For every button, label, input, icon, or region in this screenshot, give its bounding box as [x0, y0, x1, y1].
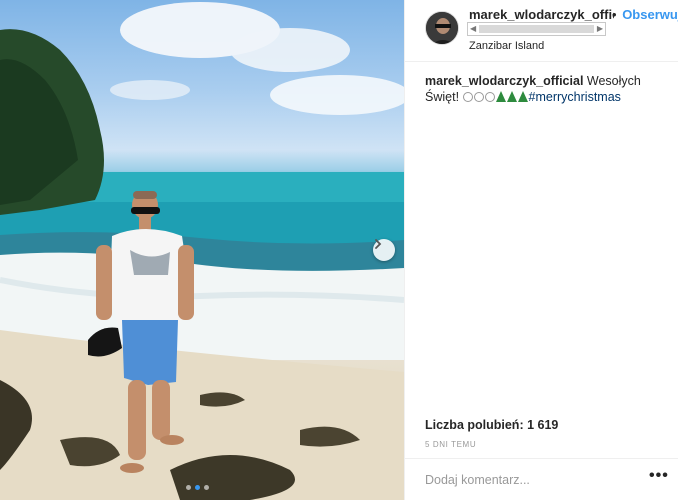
separator-dot: • — [612, 7, 617, 22]
post-timestamp[interactable]: 5 DNI TEMU — [425, 440, 476, 449]
comment-input[interactable] — [425, 471, 635, 489]
more-options-icon[interactable]: ••• — [649, 467, 669, 485]
carousel-dot — [186, 485, 191, 490]
caption: marek_wlodarczyk_official Wesołych Święt… — [425, 73, 665, 105]
username[interactable]: marek_wlodarczyk_official — [469, 7, 614, 22]
post-side-panel: marek_wlodarczyk_official • Obserwuj ◀ ▶… — [404, 0, 678, 500]
snowman-emoji-icon — [484, 92, 495, 102]
christmas-tree-emoji-icon — [517, 91, 528, 102]
location-scrollbar[interactable]: ◀ ▶ — [467, 22, 606, 36]
snowman-emoji-icon — [462, 92, 473, 102]
scroll-right-icon[interactable]: ▶ — [597, 24, 603, 33]
christmas-tree-emoji-icon — [506, 91, 517, 102]
hashtag-link[interactable]: #merrychristmas — [529, 90, 621, 104]
location-link[interactable]: Zanzibar Island — [469, 40, 544, 52]
avatar[interactable] — [425, 11, 459, 45]
carousel-dot-active — [195, 485, 200, 490]
follow-button[interactable]: Obserwuj — [622, 7, 678, 22]
carousel-dot — [204, 485, 209, 490]
carousel-indicator — [186, 485, 209, 490]
beach-scene — [0, 2, 404, 500]
post-photo[interactable] — [0, 0, 404, 500]
next-slide-button[interactable] — [373, 239, 395, 261]
post-header: marek_wlodarczyk_official • Obserwuj ◀ ▶… — [405, 0, 678, 62]
avatar-icon — [426, 12, 458, 44]
likes-count[interactable]: Liczba polubień: 1 619 — [425, 418, 558, 432]
comment-bar: ••• — [405, 458, 678, 500]
chevron-right-icon — [375, 239, 382, 249]
follow-group: • Obserwuj — [612, 7, 678, 22]
snowman-emoji-icon — [473, 92, 484, 102]
caption-username[interactable]: marek_wlodarczyk_official — [425, 74, 583, 88]
scroll-thumb[interactable] — [479, 25, 594, 33]
christmas-tree-emoji-icon — [495, 91, 506, 102]
scroll-left-icon[interactable]: ◀ — [470, 24, 476, 33]
